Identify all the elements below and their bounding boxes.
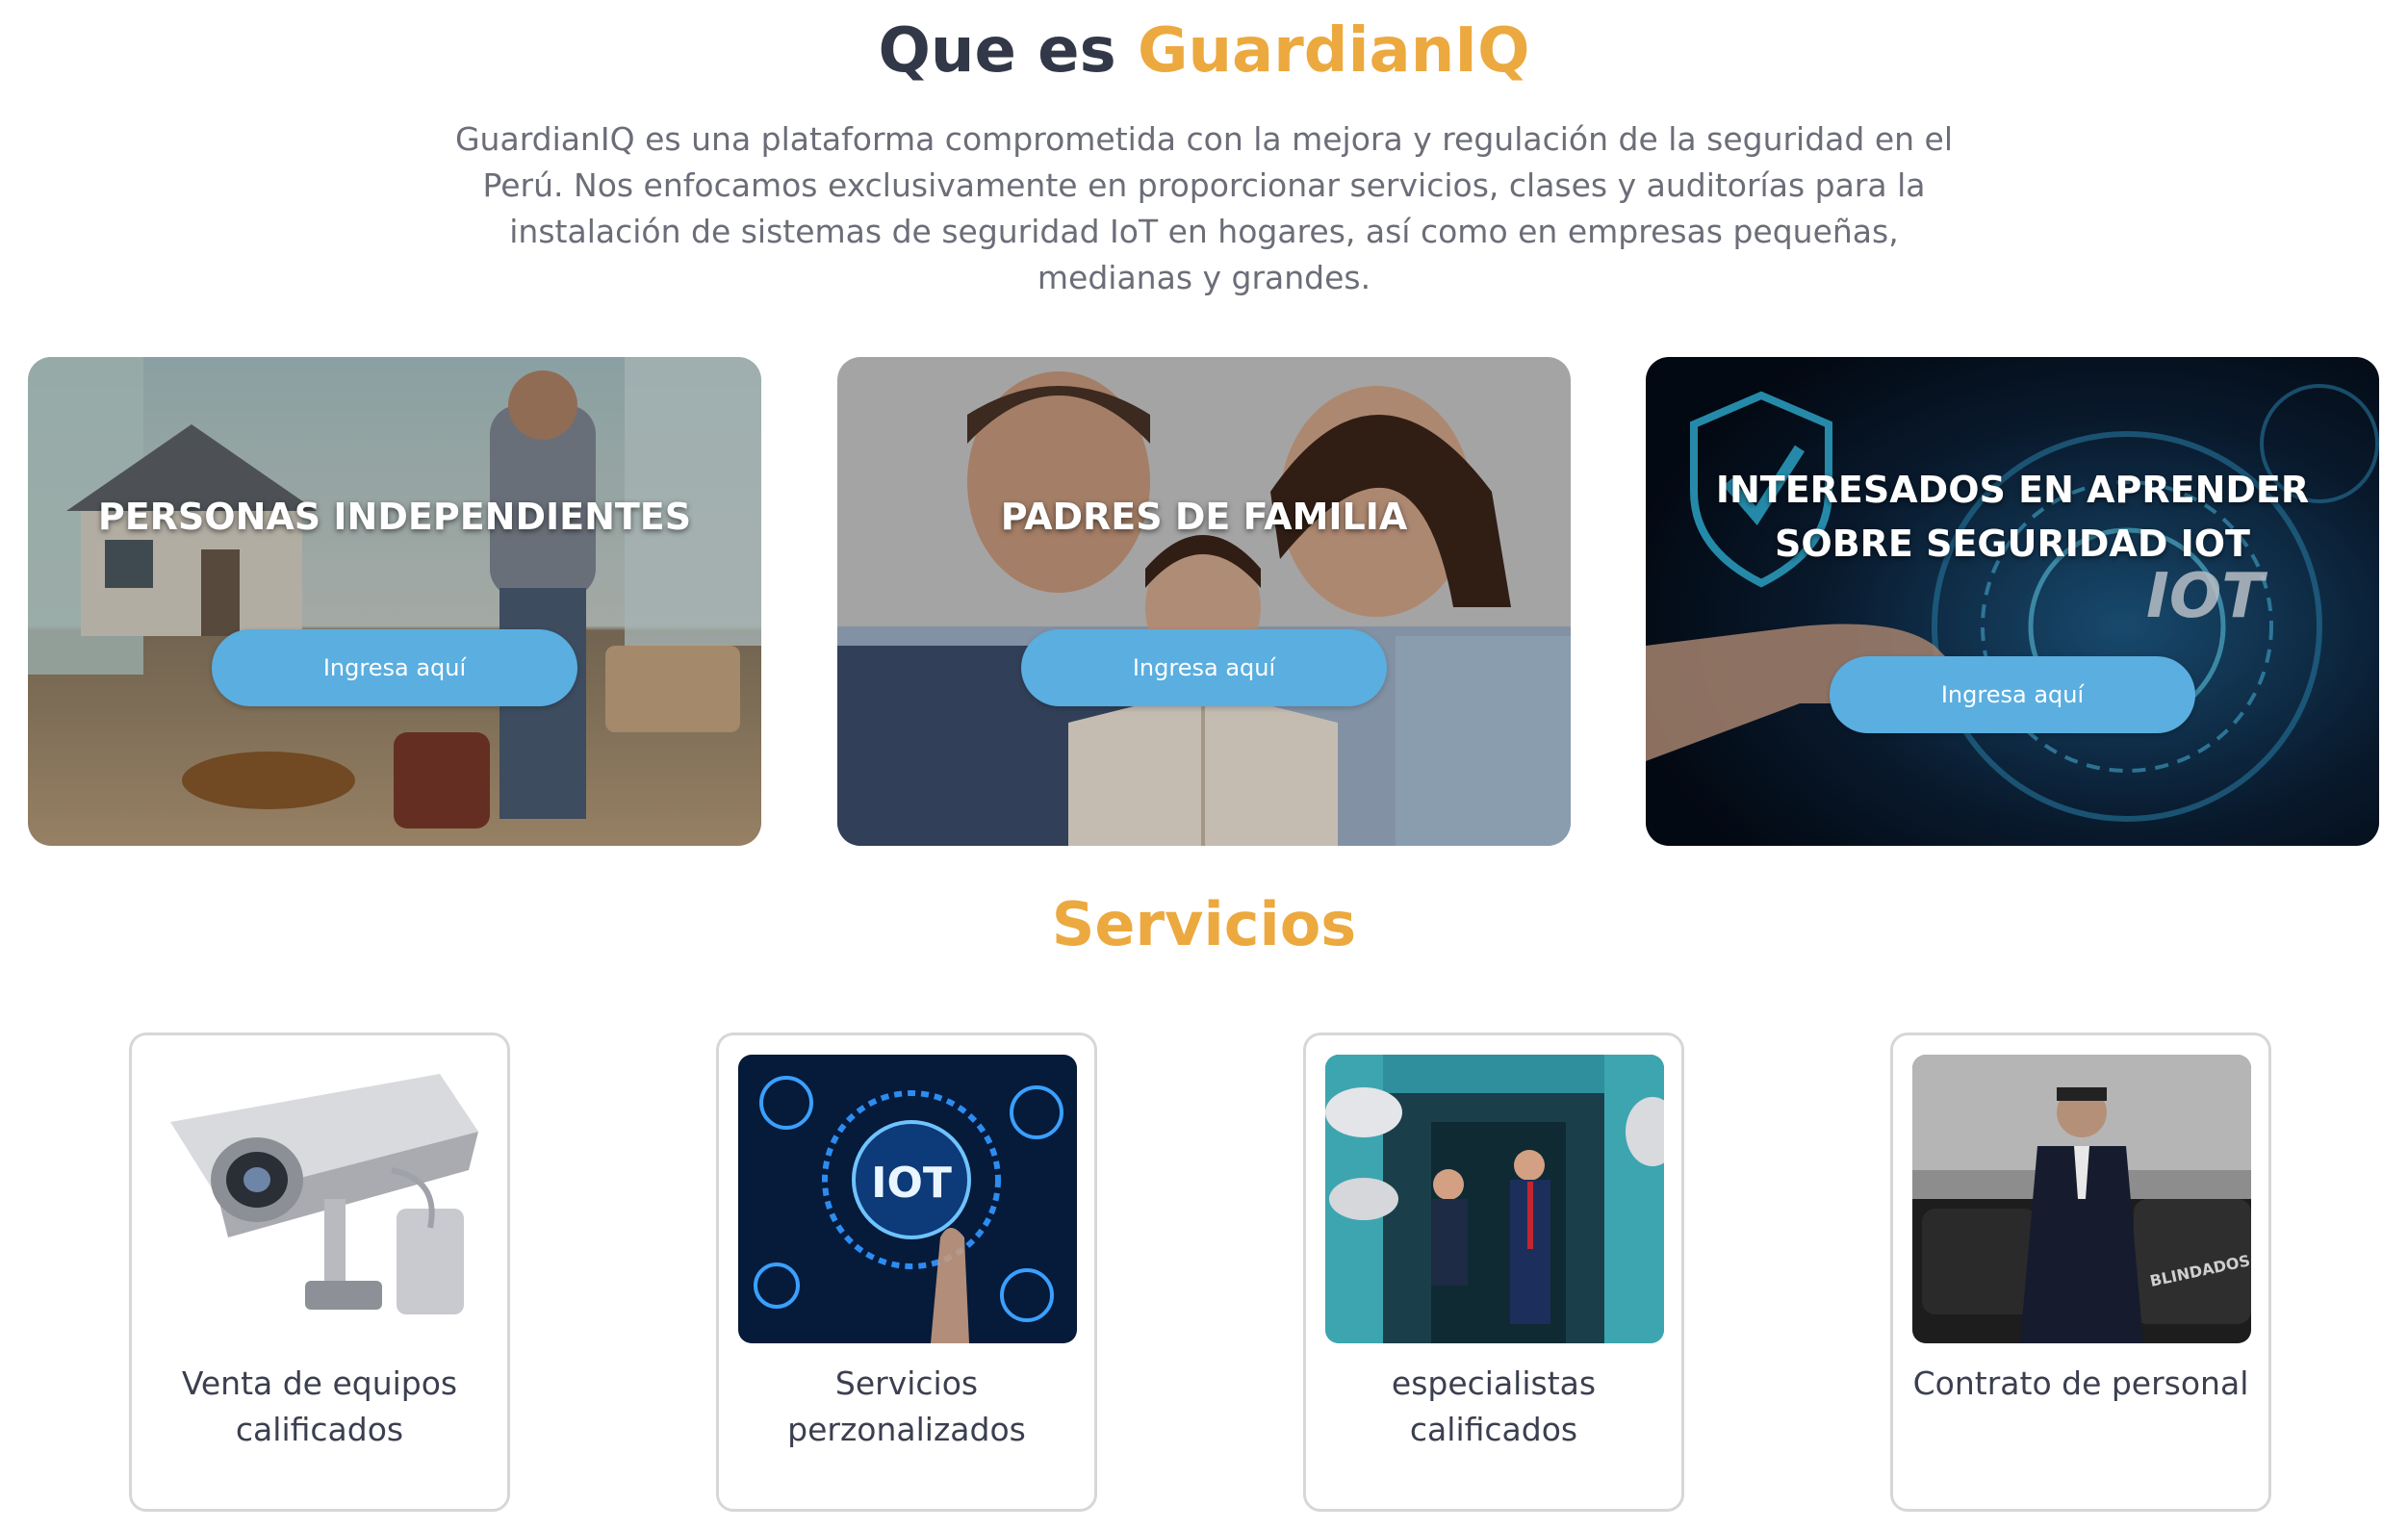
service-image <box>1325 1055 1664 1343</box>
audience-card-independientes[interactable]: PERSONAS INDEPENDIENTES Ingresa aquí <box>28 357 761 846</box>
service-image: IOT <box>738 1055 1077 1343</box>
card-overlay <box>1646 357 2379 846</box>
service-label: Venta de equipos calificados <box>181 1364 458 1448</box>
service-card-personalizados[interactable]: IOT Servicios perzonalizados <box>716 1033 1097 1512</box>
office-cameras-image <box>1325 1055 1664 1343</box>
service-card-venta[interactable]: Venta de equipos calificados <box>129 1033 510 1512</box>
card-overlay <box>28 357 761 846</box>
audience-title: INTERESADOS EN APRENDER SOBRE SEGURIDAD … <box>1715 469 2310 565</box>
service-card-contrato[interactable]: BLINDADOS Contrato de personal <box>1890 1033 2271 1512</box>
ingresa-button[interactable]: Ingresa aquí <box>1830 656 2195 733</box>
iot-hologram-image: IOT <box>738 1055 1077 1343</box>
security-camera-icon <box>151 1055 490 1343</box>
services-title: Servicios <box>1051 889 1357 959</box>
audience-card-interesados-iot[interactable]: IOT INTERESADOS EN APRENDER SOBRE SEGURI… <box>1646 357 2379 846</box>
service-card-especialistas[interactable]: especialistas calificados <box>1303 1033 1684 1512</box>
service-label: especialistas calificados <box>1391 1364 1597 1448</box>
service-label: Contrato de personal <box>1912 1364 2249 1402</box>
audience-title: PERSONAS INDEPENDIENTES <box>97 496 692 538</box>
ingresa-button[interactable]: Ingresa aquí <box>1021 629 1387 706</box>
service-label: Servicios perzonalizados <box>787 1364 1026 1448</box>
page-title: Que es GuardianIQ <box>0 17 2408 85</box>
service-image: BLINDADOS <box>1912 1055 2251 1343</box>
brand-name: GuardianIQ <box>1137 15 1530 87</box>
card-overlay <box>837 357 1571 846</box>
ingresa-button[interactable]: Ingresa aquí <box>212 629 577 706</box>
audience-title: PADRES DE FAMILIA <box>1000 496 1408 538</box>
iot-text: IOT <box>871 1159 952 1208</box>
audience-card-padres[interactable]: PADRES DE FAMILIA Ingresa aquí <box>837 357 1571 846</box>
service-image <box>151 1055 490 1343</box>
intro-paragraph: GuardianIQ es una plataforma comprometid… <box>454 120 1954 296</box>
title-prefix: Que es <box>878 15 1116 87</box>
security-guard-image: BLINDADOS <box>1912 1055 2251 1343</box>
